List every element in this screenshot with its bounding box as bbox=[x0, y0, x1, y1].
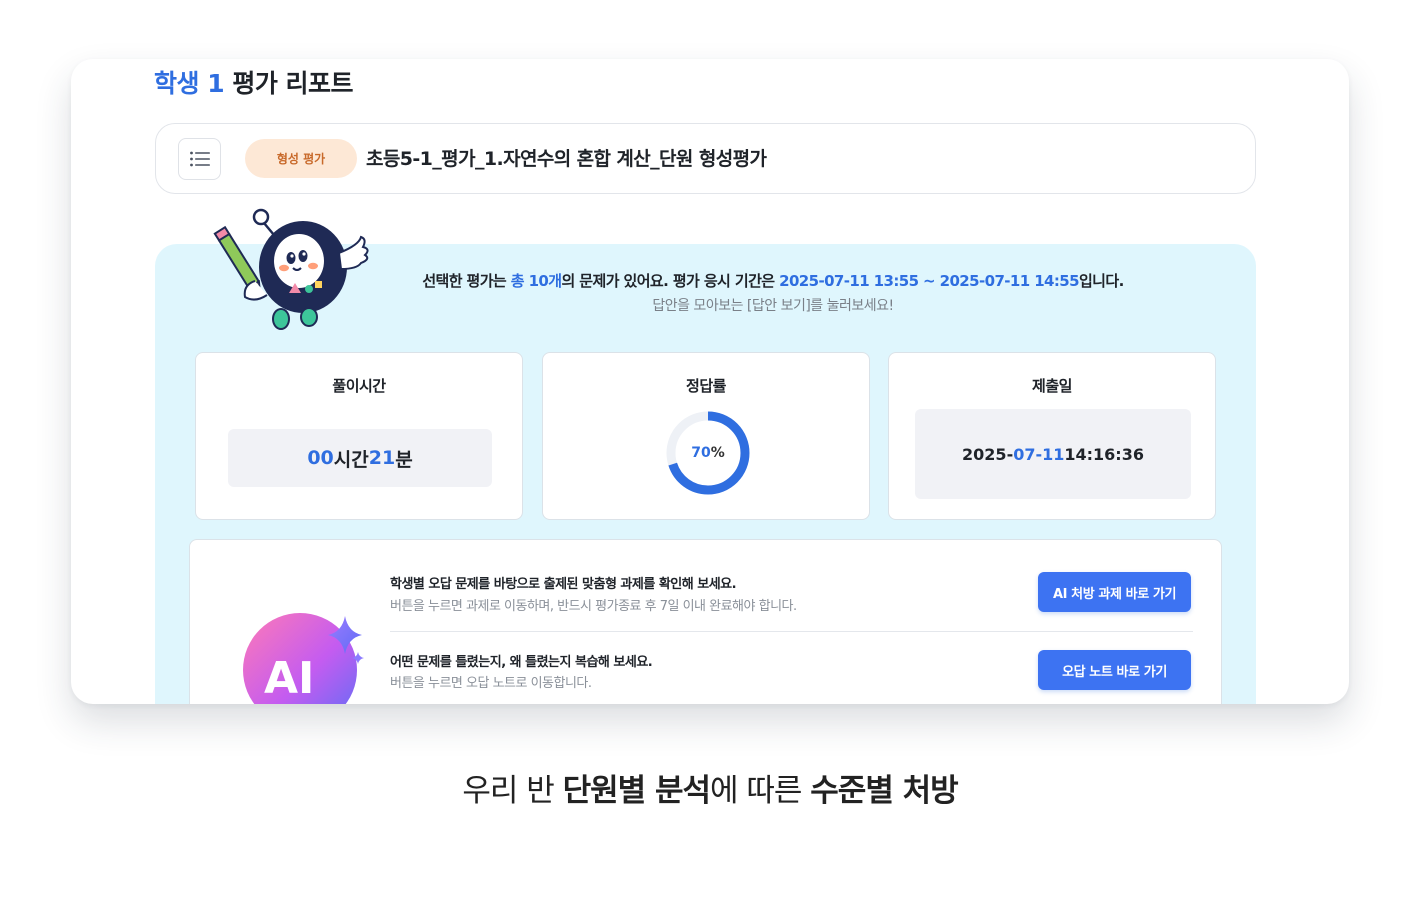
prescription-message: 학생별 오답 문제를 바탕으로 출제된 맞춤형 과제를 확인해 보세요. bbox=[390, 577, 737, 592]
report-title-text: 평가 리포트 bbox=[224, 69, 354, 98]
ai-prescription-card: AI 학생별 오답 문제를 바탕으로 출제된 맞춤형 과제를 확인해 보세요. … bbox=[189, 539, 1222, 704]
solve-time-minutes: 21 bbox=[368, 447, 396, 469]
report-card: 학생 1 평가 리포트 형성 평가 초등5-1_평가_1.자연수의 혼합 계산_… bbox=[71, 59, 1349, 704]
prescription-note: 버튼을 누르면 과제로 이동하며, 반드시 평가종료 후 7일 이내 완료해야 … bbox=[390, 599, 797, 614]
ai-prescription-button[interactable]: AI 처방 과제 바로 가기 bbox=[1038, 572, 1191, 612]
solve-time-value: 00 시간 21 분 bbox=[228, 429, 492, 487]
review-message: 어떤 문제를 틀렸는지, 왜 틀렸는지 복습해 보세요. bbox=[390, 655, 653, 670]
solve-time-hours: 00 bbox=[307, 447, 334, 469]
solve-time-card: 풀이시간 00 시간 21 분 bbox=[195, 352, 523, 520]
mascot-robot-icon bbox=[213, 208, 369, 330]
ai-logo-icon: AI bbox=[243, 613, 364, 704]
solve-time-label: 풀이시간 bbox=[332, 377, 386, 395]
caption: 우리 반 단원별 분석에 따른 수준별 처방 bbox=[0, 765, 1420, 810]
assessment-type-badge: 형성 평가 bbox=[245, 139, 357, 178]
student-name: 학생 1 bbox=[154, 69, 225, 98]
ai-logo-text: AI bbox=[264, 653, 314, 704]
wrong-answer-note-button[interactable]: 오답 노트 바로 가기 bbox=[1038, 650, 1191, 690]
caption-bold-2: 수준별 처방 bbox=[810, 773, 958, 809]
accuracy-unit: % bbox=[710, 445, 725, 461]
accuracy-donut: 70% bbox=[663, 408, 753, 498]
solve-time-hours-unit: 시간 bbox=[333, 448, 369, 471]
caption-text-1: 우리 반 bbox=[462, 773, 563, 809]
assessment-selector: 형성 평가 초등5-1_평가_1.자연수의 혼합 계산_단원 형성평가 bbox=[155, 123, 1256, 194]
list-icon bbox=[189, 151, 210, 167]
submitted-year: 2025- bbox=[962, 444, 1014, 464]
assessment-intro: 선택한 평가는 총 10개의 문제가 있어요. 평가 응시 기간은 2025-0… bbox=[411, 270, 1135, 291]
assessment-name: 초등5-1_평가_1.자연수의 혼합 계산_단원 형성평가 bbox=[366, 148, 767, 170]
submitted-label: 제출일 bbox=[1032, 377, 1072, 395]
divider bbox=[390, 631, 1193, 632]
page-title: 학생 1 평가 리포트 bbox=[154, 64, 354, 100]
submitted-card: 제출일 2025- 07-11 14:16:36 bbox=[888, 352, 1216, 520]
assessment-period: 2025-07-11 13:55 ~ 2025-07-11 14:55 bbox=[779, 272, 1079, 290]
submitted-month-day: 07-11 bbox=[1013, 444, 1065, 464]
caption-bold-1: 단원별 분석 bbox=[562, 773, 711, 809]
accuracy-card: 정답률 70% bbox=[542, 352, 870, 520]
question-count: 총 10개 bbox=[510, 272, 562, 290]
caption-text-2: 에 따른 bbox=[710, 773, 811, 809]
intro-hint: 답안을 모아보는 [답안 보기]를 눌러보세요! bbox=[652, 298, 894, 314]
submitted-time: 14:16:36 bbox=[1064, 444, 1144, 464]
intro-text-1: 선택한 평가는 bbox=[422, 272, 511, 290]
solve-time-minutes-unit: 분 bbox=[395, 448, 413, 471]
submitted-date: 2025- 07-11 14:16:36 bbox=[915, 409, 1191, 499]
intro-text-3: 입니다. bbox=[1078, 272, 1124, 290]
accuracy-number: 70 bbox=[691, 445, 711, 461]
intro-text-2: 의 문제가 있어요. 평가 응시 기간은 bbox=[561, 272, 780, 290]
accuracy-value: 70% bbox=[663, 408, 753, 498]
accuracy-label: 정답률 bbox=[686, 377, 726, 395]
review-note: 버튼을 누르면 오답 노트로 이동합니다. bbox=[390, 676, 592, 691]
list-button[interactable] bbox=[178, 138, 221, 180]
